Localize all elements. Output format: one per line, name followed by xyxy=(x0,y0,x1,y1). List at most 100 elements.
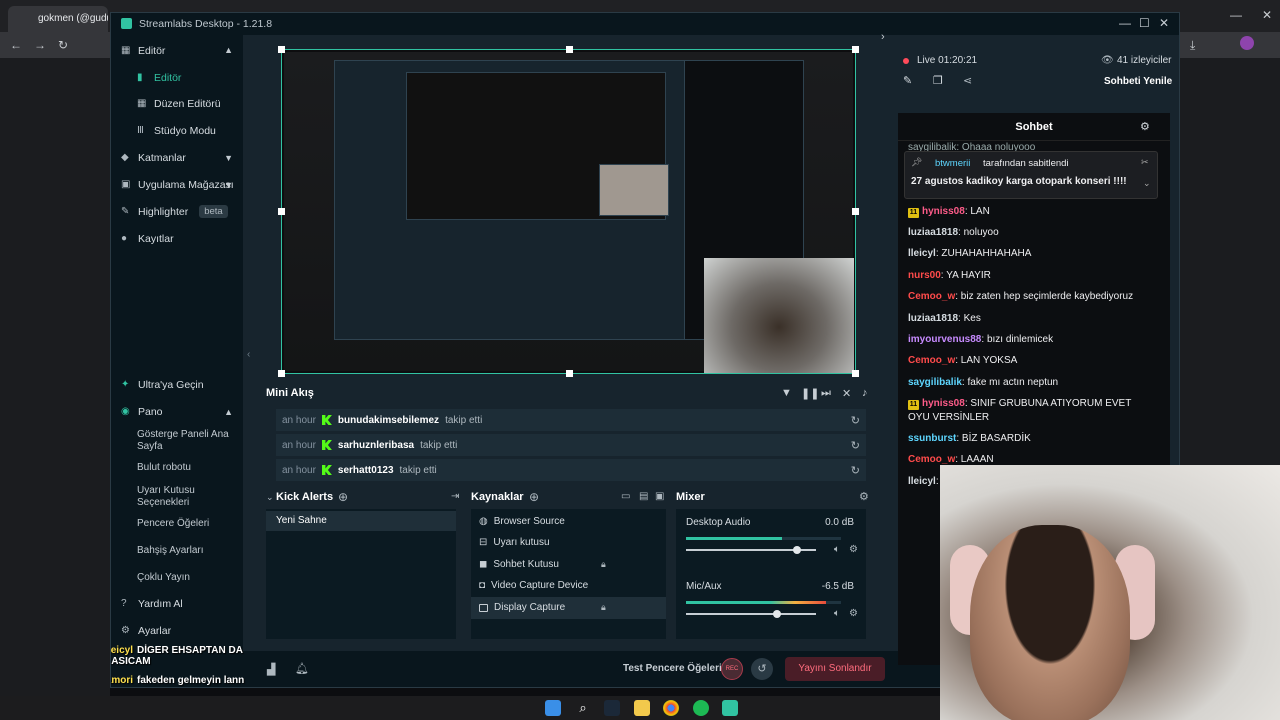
window-maximize-icon[interactable]: ☐ xyxy=(1139,16,1150,30)
expand-chat-icon[interactable]: › xyxy=(881,31,885,43)
replay-icon[interactable]: ↻ xyxy=(851,439,860,452)
sidebar-sub-dashboard-home[interactable]: Gösterge Paneli Ana Sayfa xyxy=(137,429,243,453)
source-item[interactable]: ◘ Video Capture Device xyxy=(479,580,588,591)
window-minimize-icon[interactable]: — xyxy=(1119,16,1131,30)
sidebar-sub-multistream[interactable]: Çoklu Yayın xyxy=(137,572,190,584)
resize-handle[interactable] xyxy=(852,46,859,53)
resize-handle[interactable] xyxy=(566,370,573,377)
sidebar-sub-alertbox[interactable]: Uyarı Kutusu Seçenekleri xyxy=(137,485,243,509)
spotify-icon[interactable] xyxy=(693,700,709,716)
sidebar-item-editor-sub[interactable]: ▮ Editör xyxy=(137,72,181,84)
chat-username[interactable]: luziaa1818 xyxy=(908,313,958,324)
refresh-chat-button[interactable]: Sohbeti Yenile xyxy=(1104,76,1172,87)
source-group-icon[interactable]: ▤ xyxy=(639,491,648,502)
source-item[interactable]: ⊟ Uyarı kutusu xyxy=(479,537,550,548)
sidebar-item-layers[interactable]: ◆ Katmanlar xyxy=(121,152,186,164)
reload-icon[interactable]: ↻ xyxy=(58,38,68,52)
chat-username[interactable]: nurs00 xyxy=(908,270,941,281)
volume-slider[interactable] xyxy=(686,546,816,554)
user-settings-icon[interactable]: ⚙ xyxy=(1140,120,1150,133)
sidebar-item-editor[interactable]: ▦ Editör xyxy=(121,45,165,57)
channel-settings-icon[interactable]: ⚙ xyxy=(849,608,858,619)
source-item[interactable]: ◍ Browser Source xyxy=(479,516,565,527)
replay-icon[interactable]: ↻ xyxy=(851,464,860,477)
sidebar-item-layout-editor[interactable]: ▦ Düzen Editörü xyxy=(137,98,221,110)
edit-stream-icon[interactable]: ✎ xyxy=(903,74,912,87)
resize-handle[interactable] xyxy=(278,370,285,377)
chat-username[interactable]: ssunburst xyxy=(908,433,956,444)
windows-start-icon[interactable] xyxy=(545,700,561,716)
chat-username[interactable]: luziaa1818 xyxy=(908,227,958,238)
mute-alerts-icon[interactable]: ✕ xyxy=(842,387,851,400)
sidebar-item-ultra[interactable]: ✦ Ultra'ya Geçin xyxy=(121,379,204,391)
source-item[interactable]: ◼ Sohbet Kutusu xyxy=(479,559,559,570)
chat-username[interactable]: hyniss08 xyxy=(922,206,965,217)
volume-knob[interactable] xyxy=(792,546,801,554)
chevron-up-icon[interactable]: ▲ xyxy=(224,45,233,55)
sidebar-item-app-store[interactable]: ▣ Uygulama Mağazası xyxy=(121,179,234,191)
pause-icon[interactable]: ❚❚ xyxy=(801,387,819,400)
profile-avatar[interactable] xyxy=(1240,36,1254,50)
download-icon[interactable]: ⤓ xyxy=(1190,38,1195,53)
resize-handle[interactable] xyxy=(852,370,859,377)
sidebar-item-recordings[interactable]: ● Kayıtlar xyxy=(121,233,174,245)
sidebar-item-highlighter[interactable]: ✎ Highlighter beta xyxy=(121,205,228,218)
resize-handle[interactable] xyxy=(278,46,285,53)
volume-knob[interactable] xyxy=(773,610,781,618)
filter-icon[interactable]: ▼ xyxy=(781,387,792,399)
chrome-icon[interactable] xyxy=(663,700,679,716)
sidebar-item-settings[interactable]: ⚙ Ayarlar xyxy=(121,625,171,637)
add-source-icon[interactable]: ⊕ xyxy=(529,490,539,504)
lock-icon[interactable]: 🔒︎ xyxy=(601,602,606,613)
chat-username[interactable]: lleicyl xyxy=(908,248,936,259)
volume-slider[interactable] xyxy=(686,610,816,618)
back-icon[interactable]: ← xyxy=(10,38,22,52)
channel-settings-icon[interactable]: ⚙ xyxy=(849,544,858,555)
resize-handle[interactable] xyxy=(278,208,285,215)
sidebar-item-dashboard[interactable]: ◉ Pano xyxy=(121,406,163,418)
window-close-icon[interactable]: ✕ xyxy=(1159,16,1169,30)
resize-handle[interactable] xyxy=(566,46,573,53)
sidebar-item-help[interactable]: ? Yardım Al xyxy=(121,598,183,610)
scene-transitions-icon[interactable]: ⇥ xyxy=(451,491,459,502)
unpin-icon[interactable]: ✂ xyxy=(1141,157,1149,168)
chat-username[interactable]: Cemoo_w xyxy=(908,291,955,302)
replay-buffer-button[interactable]: ↺ xyxy=(751,658,773,680)
chat-username[interactable]: imyourvenus88 xyxy=(908,334,981,345)
chat-username[interactable]: Cemoo_w xyxy=(908,355,955,366)
sidebar-sub-tip-settings[interactable]: Bahşiş Ayarları xyxy=(137,545,204,557)
chevron-down-icon[interactable]: ▼ xyxy=(224,180,233,190)
browser-tab[interactable]: gokmen (@gudur xyxy=(8,6,108,32)
chat-username[interactable]: hyniss08 xyxy=(922,398,965,409)
resize-handle[interactable] xyxy=(852,208,859,215)
source-add-folder-icon[interactable]: ▣ xyxy=(655,491,664,502)
lock-icon[interactable]: 🔒︎ xyxy=(601,559,606,570)
volume-icon[interactable]: ♪ xyxy=(862,387,868,399)
test-widgets-button[interactable]: Test Pencere Öğeleri xyxy=(623,663,722,674)
scene-item[interactable]: Yeni Sahne xyxy=(266,511,456,531)
chevron-down-icon[interactable]: ⌄ xyxy=(1143,178,1151,189)
end-stream-button[interactable]: Yayını Sonlandır xyxy=(785,657,885,681)
collapse-sidebar-icon[interactable]: ‹ xyxy=(247,349,250,360)
folder-icon[interactable] xyxy=(634,700,650,716)
add-scene-icon[interactable]: ⊕ xyxy=(338,490,348,504)
chevron-down-icon[interactable]: ▼ xyxy=(224,153,233,163)
skip-icon[interactable]: ⏭ xyxy=(821,387,831,400)
share-icon[interactable]: ⋖ xyxy=(963,74,972,87)
source-item[interactable]: Display Capture xyxy=(479,602,565,613)
steam-icon[interactable] xyxy=(604,700,620,716)
copy-icon[interactable]: ❐ xyxy=(933,74,943,87)
sidebar-sub-widgets[interactable]: Pencere Öğeleri xyxy=(137,518,209,530)
record-button[interactable]: REC xyxy=(721,658,743,680)
sidebar-item-studio-mode[interactable]: Ⅲ Stüdyo Modu xyxy=(137,125,216,137)
chat-username[interactable]: Cemoo_w xyxy=(908,454,955,465)
minimize-icon[interactable]: — xyxy=(1230,8,1242,22)
close-icon[interactable]: ✕ xyxy=(1262,8,1272,22)
source-folder-icon[interactable]: ▭ xyxy=(621,491,630,502)
replay-icon[interactable]: ↻ xyxy=(851,414,860,427)
mixer-settings-icon[interactable]: ⚙ xyxy=(859,490,869,503)
chat-username[interactable]: saygilibalik xyxy=(908,377,962,388)
speaker-icon[interactable]: 🔈︎ xyxy=(834,544,840,555)
forward-icon[interactable]: → xyxy=(34,38,46,52)
chevron-up-icon[interactable]: ▲ xyxy=(224,407,233,417)
